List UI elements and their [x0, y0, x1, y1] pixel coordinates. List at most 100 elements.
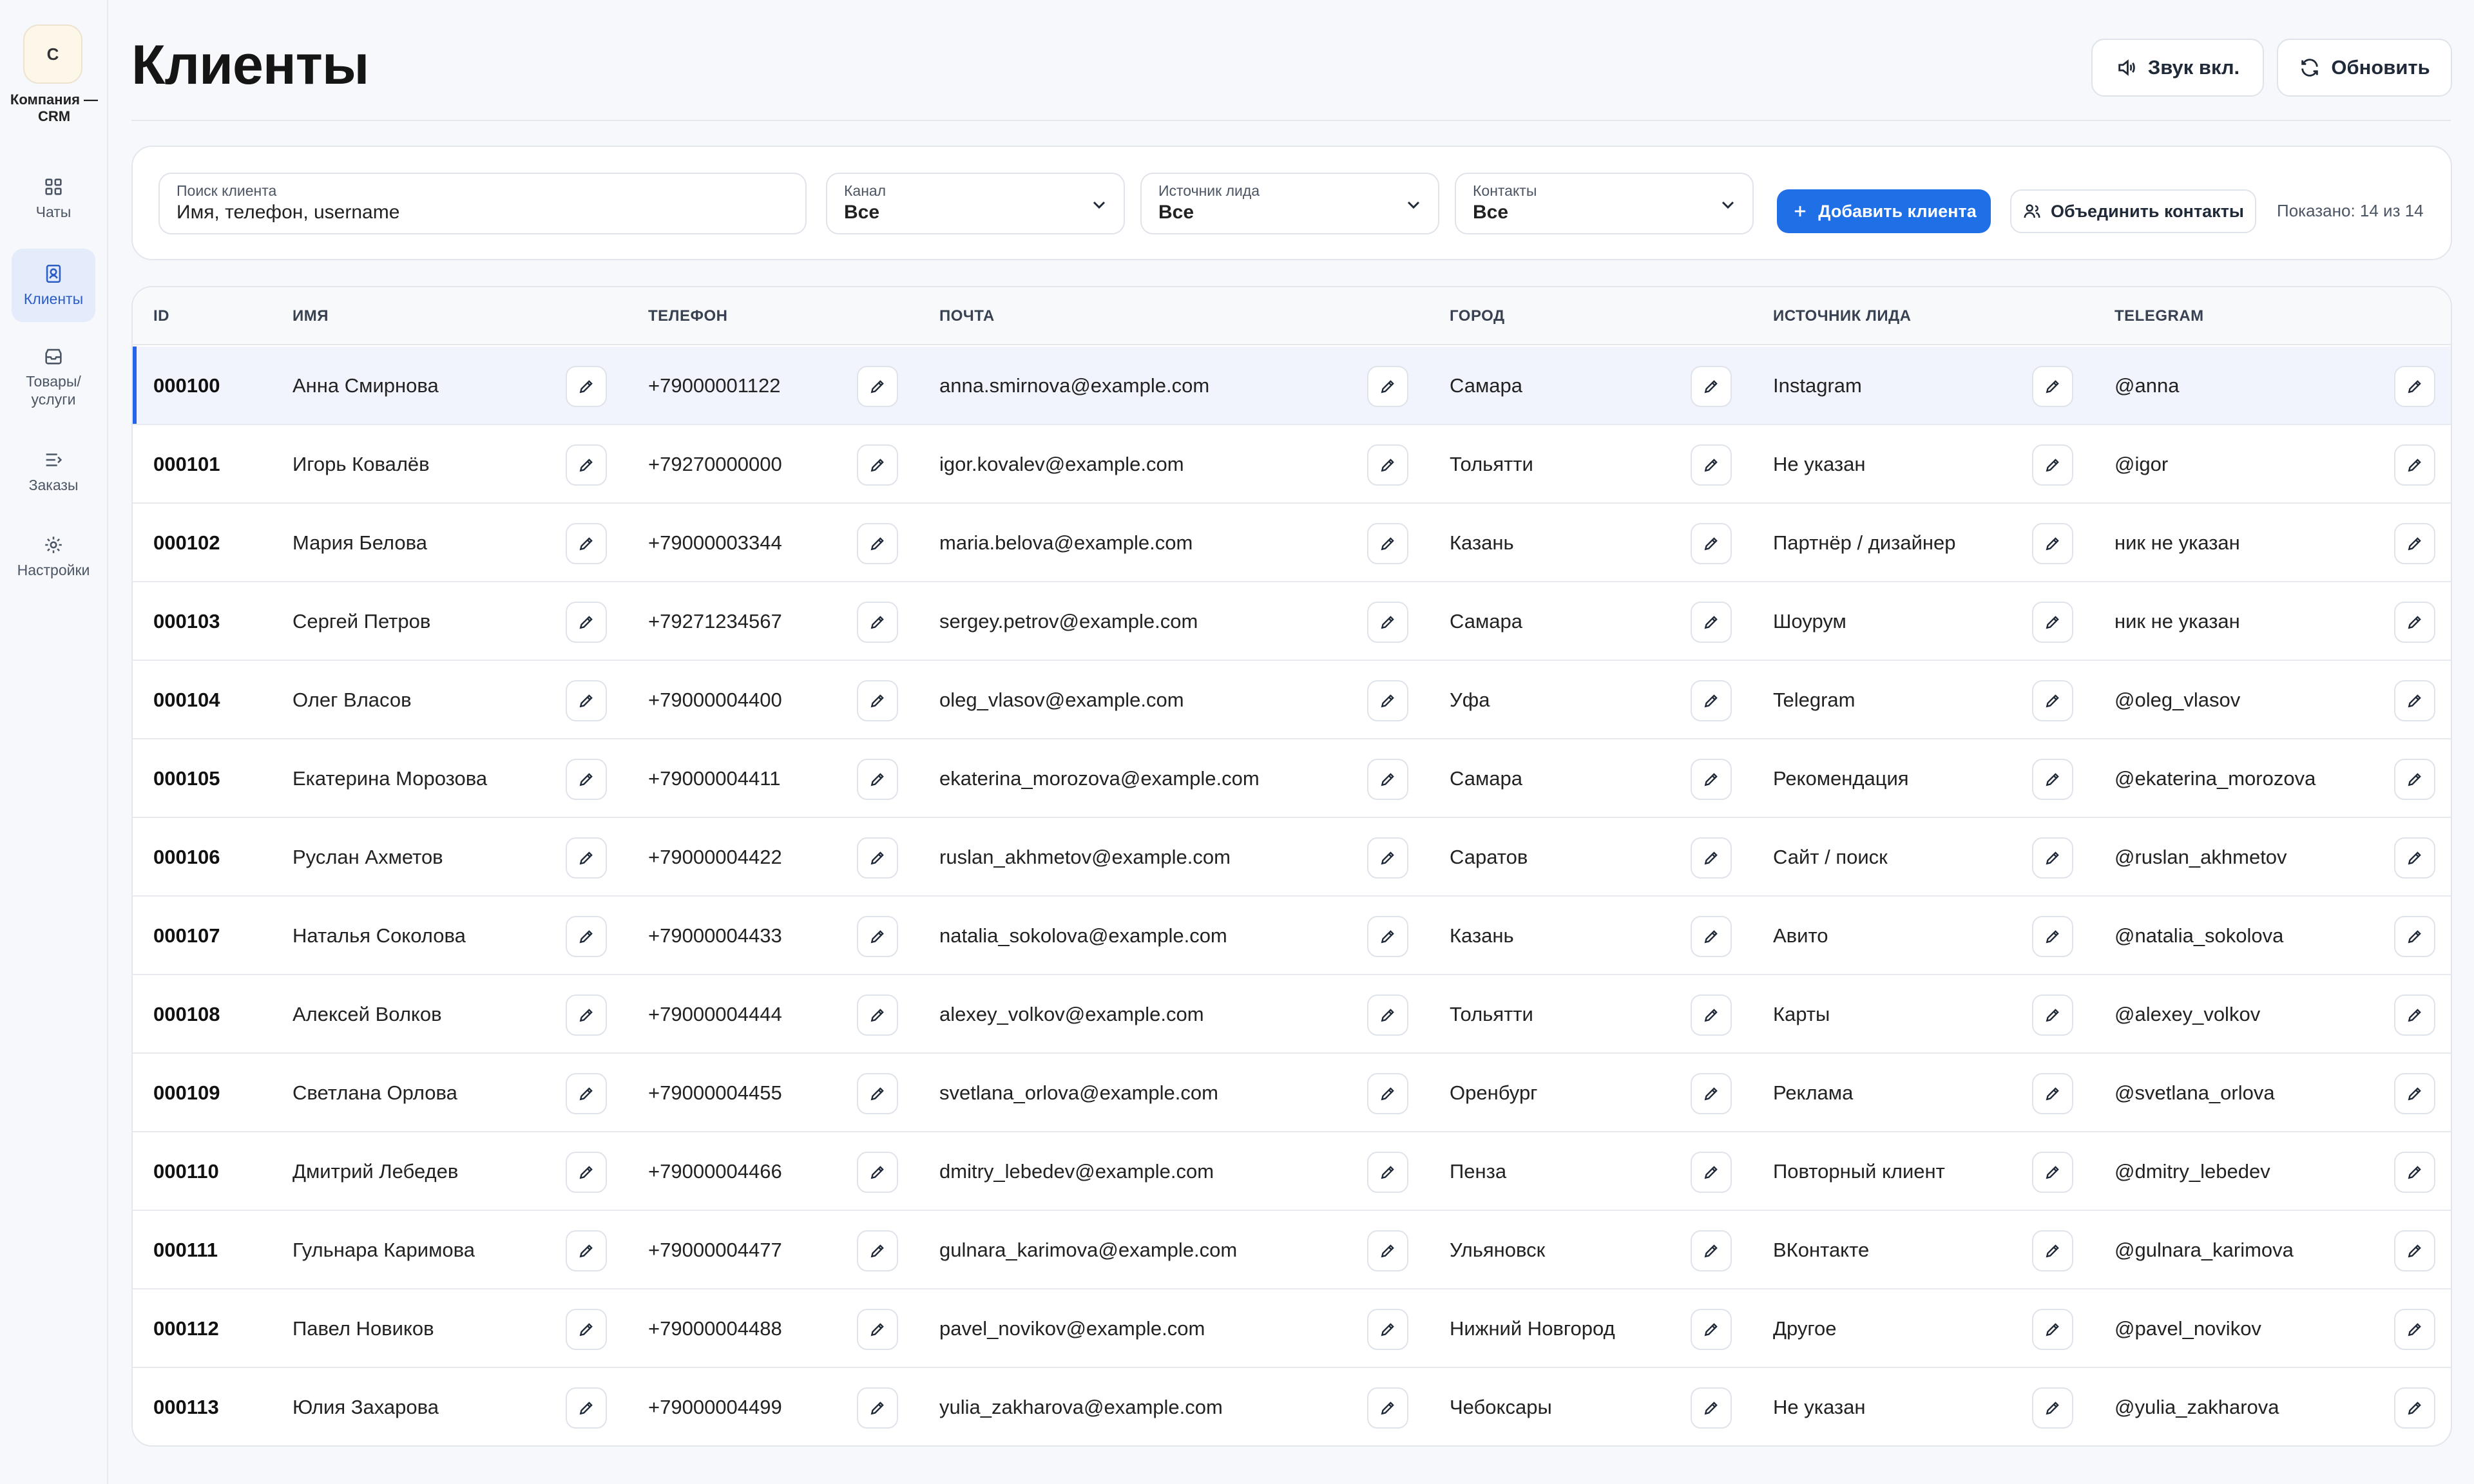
refresh-button[interactable]: Обновить [2277, 39, 2452, 97]
edit-telegram-button[interactable] [2394, 994, 2435, 1036]
edit-telegram-button[interactable] [2394, 366, 2435, 407]
edit-telegram-button[interactable] [2394, 759, 2435, 800]
edit-source-button[interactable] [2032, 602, 2073, 643]
edit-name-button[interactable] [566, 1073, 607, 1114]
edit-name-button[interactable] [566, 680, 607, 721]
table-row[interactable]: 000113 Юлия Захарова +79000004499 yulia_zak… [133, 1368, 2451, 1445]
table-row[interactable]: 000107 Наталья Соколова +79000004433 natali… [133, 897, 2451, 975]
col-phone[interactable]: ТЕЛЕФОН [648, 287, 728, 345]
edit-source-button[interactable] [2032, 916, 2073, 957]
edit-name-button[interactable] [566, 994, 607, 1036]
col-lead-source[interactable]: ИСТОЧНИК ЛИДА [1773, 287, 1912, 345]
edit-name-button[interactable] [566, 1309, 607, 1350]
edit-city-button[interactable] [1691, 994, 1732, 1036]
edit-telegram-button[interactable] [2394, 1309, 2435, 1350]
edit-name-button[interactable] [566, 523, 607, 564]
table-row[interactable]: 000109 Светлана Орлова +79000004455 svetlan… [133, 1054, 2451, 1132]
edit-name-button[interactable] [566, 837, 607, 879]
table-row[interactable]: 000101 Игорь Ковалёв +79270000000 igor.kova… [133, 425, 2451, 504]
edit-phone-button[interactable] [857, 1387, 898, 1429]
lead-source-select[interactable]: Источник лида Все [1140, 173, 1439, 234]
edit-phone-button[interactable] [857, 1073, 898, 1114]
edit-email-button[interactable] [1367, 1152, 1408, 1193]
edit-email-button[interactable] [1367, 1073, 1408, 1114]
edit-name-button[interactable] [566, 366, 607, 407]
col-telegram[interactable]: TELEGRAM [2114, 287, 2204, 345]
edit-city-button[interactable] [1691, 1230, 1732, 1271]
edit-email-button[interactable] [1367, 602, 1408, 643]
edit-city-button[interactable] [1691, 837, 1732, 879]
edit-name-button[interactable] [566, 916, 607, 957]
channel-select[interactable]: Канал Все [826, 173, 1125, 234]
contacts-select[interactable]: Контакты Все [1455, 173, 1754, 234]
edit-phone-button[interactable] [857, 444, 898, 486]
company-logo[interactable]: C [23, 24, 82, 84]
search-input[interactable]: Поиск клиента Имя, телефон, username [158, 173, 807, 234]
edit-city-button[interactable] [1691, 366, 1732, 407]
edit-telegram-button[interactable] [2394, 523, 2435, 564]
edit-email-button[interactable] [1367, 366, 1408, 407]
table-row[interactable]: 000112 Павел Новиков +79000004488 pavel_nov… [133, 1289, 2451, 1368]
edit-email-button[interactable] [1367, 837, 1408, 879]
table-row[interactable]: 000108 Алексей Волков +79000004444 alexey_v… [133, 975, 2451, 1054]
edit-phone-button[interactable] [857, 759, 898, 800]
edit-telegram-button[interactable] [2394, 680, 2435, 721]
sound-toggle-button[interactable]: Звук вкл. [2091, 39, 2264, 97]
edit-phone-button[interactable] [857, 1152, 898, 1193]
table-row[interactable]: 000105 Екатерина Морозова +79000004411 ekat… [133, 739, 2451, 818]
edit-email-button[interactable] [1367, 916, 1408, 957]
edit-phone-button[interactable] [857, 680, 898, 721]
edit-name-button[interactable] [566, 1230, 607, 1271]
col-name[interactable]: ИМЯ [292, 287, 329, 345]
edit-name-button[interactable] [566, 444, 607, 486]
nav-item-clients[interactable]: Клиенты [12, 249, 95, 322]
nav-item-orders[interactable]: Заказы [12, 438, 95, 505]
edit-source-button[interactable] [2032, 1230, 2073, 1271]
table-row[interactable]: 000102 Мария Белова +79000003344 maria.belo… [133, 504, 2451, 582]
edit-source-button[interactable] [2032, 759, 2073, 800]
edit-city-button[interactable] [1691, 916, 1732, 957]
edit-name-button[interactable] [566, 1387, 607, 1429]
edit-source-button[interactable] [2032, 1387, 2073, 1429]
edit-source-button[interactable] [2032, 1309, 2073, 1350]
table-row[interactable]: 000100 Анна Смирнова +79000001122 anna.smir… [133, 347, 2451, 425]
edit-email-button[interactable] [1367, 994, 1408, 1036]
edit-city-button[interactable] [1691, 759, 1732, 800]
edit-phone-button[interactable] [857, 1230, 898, 1271]
edit-email-button[interactable] [1367, 759, 1408, 800]
edit-name-button[interactable] [566, 759, 607, 800]
edit-phone-button[interactable] [857, 523, 898, 564]
edit-telegram-button[interactable] [2394, 1152, 2435, 1193]
edit-telegram-button[interactable] [2394, 1387, 2435, 1429]
table-row[interactable]: 000110 Дмитрий Лебедев +79000004466 dmitry_… [133, 1132, 2451, 1211]
edit-city-button[interactable] [1691, 523, 1732, 564]
edit-name-button[interactable] [566, 1152, 607, 1193]
edit-telegram-button[interactable] [2394, 1230, 2435, 1271]
edit-phone-button[interactable] [857, 1309, 898, 1350]
edit-telegram-button[interactable] [2394, 444, 2435, 486]
edit-city-button[interactable] [1691, 1152, 1732, 1193]
table-row[interactable]: 000106 Руслан Ахметов +79000004422 ruslan_a… [133, 818, 2451, 897]
edit-phone-button[interactable] [857, 916, 898, 957]
nav-item-chats[interactable]: Чаты [12, 165, 95, 232]
edit-city-button[interactable] [1691, 444, 1732, 486]
col-email[interactable]: ПОЧТА [939, 287, 995, 345]
col-id[interactable]: ID [153, 287, 169, 345]
edit-telegram-button[interactable] [2394, 1073, 2435, 1114]
edit-telegram-button[interactable] [2394, 837, 2435, 879]
col-city[interactable]: ГОРОД [1450, 287, 1505, 345]
edit-source-button[interactable] [2032, 1073, 2073, 1114]
add-client-button[interactable]: Добавить клиента [1777, 189, 1991, 233]
merge-contacts-button[interactable]: Объединить контакты [2010, 189, 2256, 233]
nav-item-products[interactable]: Товары/ услуги [12, 335, 95, 419]
nav-item-settings[interactable]: Настройки [12, 523, 95, 590]
edit-source-button[interactable] [2032, 523, 2073, 564]
edit-phone-button[interactable] [857, 837, 898, 879]
edit-email-button[interactable] [1367, 1230, 1408, 1271]
edit-phone-button[interactable] [857, 366, 898, 407]
edit-phone-button[interactable] [857, 994, 898, 1036]
edit-telegram-button[interactable] [2394, 602, 2435, 643]
edit-name-button[interactable] [566, 602, 607, 643]
edit-source-button[interactable] [2032, 837, 2073, 879]
table-row[interactable]: 000111 Гульнара Каримова +79000004477 gulna… [133, 1211, 2451, 1289]
